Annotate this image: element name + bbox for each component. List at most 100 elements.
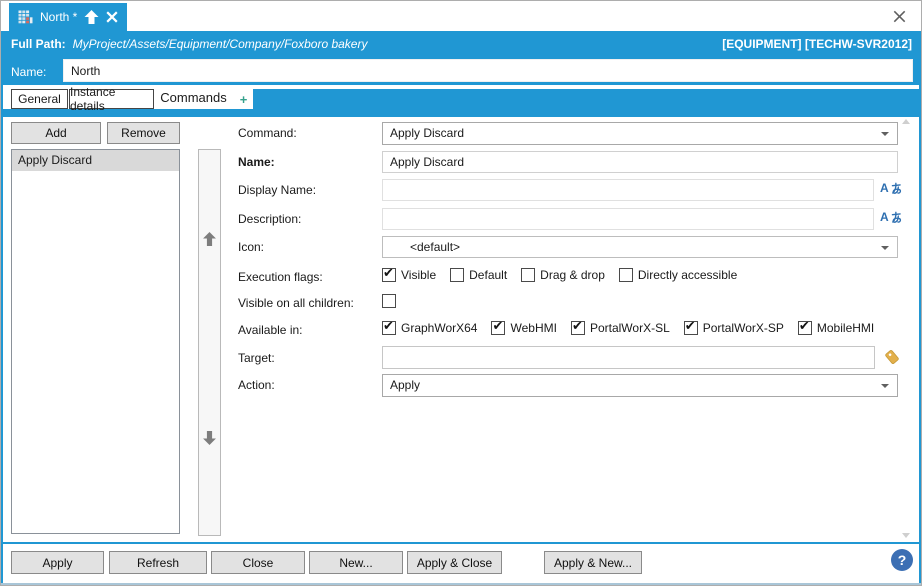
action-dropdown-value: Apply (390, 378, 420, 392)
localize-icon-kana (890, 211, 903, 224)
checkbox-box (491, 321, 505, 335)
tab-close-icon[interactable] (106, 11, 118, 23)
checkbox-label: Visible (401, 268, 436, 282)
chevron-down-icon (881, 132, 889, 136)
close-button[interactable]: Close (211, 551, 305, 574)
checkbox-label: WebHMI (510, 321, 556, 335)
footer: Apply Refresh Close New... Apply & Close… (1, 542, 921, 585)
checkbox-webhmi[interactable]: WebHMI (491, 321, 556, 335)
chevron-down-icon (881, 246, 889, 250)
name-input[interactable]: North (63, 59, 913, 82)
checkbox-box (619, 268, 633, 282)
equipment-icon (18, 10, 33, 24)
document-tab-title: North * (40, 10, 77, 24)
window-border-left (1, 31, 3, 583)
checkbox-portalworx-sl[interactable]: PortalWorX-SL (571, 321, 670, 335)
checkbox-portalworx-sp[interactable]: PortalWorX-SP (684, 321, 784, 335)
available-in-label: Available in: (238, 323, 303, 337)
checkbox-default[interactable]: Default (450, 268, 507, 282)
localize-icon-kana (890, 182, 903, 195)
checkbox-drag-drop[interactable]: Drag & drop (521, 268, 605, 282)
tab-strip-filler (252, 89, 921, 109)
display-name-label: Display Name: (238, 183, 316, 197)
checkbox-box (521, 268, 535, 282)
apply-close-button[interactable]: Apply & Close (407, 551, 502, 574)
checkbox-label: MobileHMI (817, 321, 874, 335)
header: Full Path: MyProject/Assets/Equipment/Co… (1, 31, 921, 85)
remove-button[interactable]: Remove (107, 122, 180, 144)
description-label: Description: (238, 212, 301, 226)
checkbox-visible-on-all-children[interactable] (382, 294, 396, 308)
full-path-row: Full Path: MyProject/Assets/Equipment/Co… (11, 37, 912, 51)
description-field[interactable] (382, 208, 874, 230)
help-button[interactable]: ? (891, 549, 913, 571)
checkbox-label: PortalWorX-SL (590, 321, 670, 335)
checkbox-visible[interactable]: Visible (382, 268, 436, 282)
tab-general[interactable]: General (11, 89, 68, 109)
name-label: Name: (11, 65, 46, 79)
display-name-field[interactable] (382, 179, 874, 201)
checkbox-mobilehmi[interactable]: MobileHMI (798, 321, 874, 335)
checkbox-label: Default (469, 268, 507, 282)
localize-icon[interactable]: A (880, 181, 903, 195)
localize-icon-letter: A (880, 210, 889, 224)
action-label: Action: (238, 378, 275, 392)
name-field[interactable]: Apply Discard (382, 151, 898, 173)
checkbox-label: PortalWorX-SP (703, 321, 784, 335)
icon-dropdown-value: <default> (410, 240, 460, 254)
tab-strip: General Instance details Commands + (1, 85, 921, 109)
list-item-apply-discard[interactable]: Apply Discard (12, 150, 179, 171)
apply-button[interactable]: Apply (11, 551, 104, 574)
target-field[interactable] (382, 346, 875, 369)
window-border-right (919, 31, 921, 583)
name-field-label: Name: (238, 155, 275, 169)
execution-flags-group: Visible Default Drag & drop Directly acc… (382, 268, 737, 282)
command-dropdown[interactable]: Apply Discard (382, 122, 898, 145)
command-dropdown-value: Apply Discard (390, 126, 464, 140)
window-close-button[interactable] (891, 8, 907, 24)
full-path-label: Full Path: (11, 37, 66, 51)
tab-instance-details[interactable]: Instance details (69, 89, 154, 109)
commands-panel: Add Remove Apply Discard Command: Name: … (1, 117, 921, 542)
scrollbar-down-icon[interactable] (902, 533, 910, 538)
close-icon (893, 10, 906, 23)
target-label: Target: (238, 351, 275, 365)
window-border-bottom (1, 583, 921, 585)
checkbox-directly-accessible[interactable]: Directly accessible (619, 268, 737, 282)
checkbox-box (571, 321, 585, 335)
visible-on-all-children-label: Visible on all children: (238, 296, 354, 310)
checkbox-label: Directly accessible (638, 268, 737, 282)
move-down-button[interactable] (203, 431, 216, 445)
checkbox-label: Drag & drop (540, 268, 605, 282)
action-dropdown[interactable]: Apply (382, 374, 898, 397)
visible-on-all-children-group (382, 294, 396, 308)
checkbox-graphworx64[interactable]: GraphWorX64 (382, 321, 477, 335)
tag-icon[interactable] (883, 348, 901, 366)
available-in-group: GraphWorX64 WebHMI PortalWorX-SL PortalW… (382, 321, 874, 335)
property-window: North * Full Path: MyProject/Assets/Equi… (0, 0, 922, 586)
context-info: [EQUIPMENT] [TECHW-SVR2012] (722, 37, 912, 51)
checkbox-box (382, 294, 396, 308)
add-button[interactable]: Add (11, 122, 101, 144)
apply-new-button[interactable]: Apply & New... (544, 551, 642, 574)
document-tab[interactable]: North * (9, 3, 127, 31)
promote-icon[interactable] (84, 10, 99, 24)
localize-icon[interactable]: A (880, 210, 903, 224)
tab-add[interactable]: + (234, 89, 253, 109)
titlebar: North * (1, 1, 921, 31)
scrollbar-up-icon[interactable] (902, 119, 910, 124)
tab-commands[interactable]: Commands (156, 86, 231, 109)
reorder-strip (198, 149, 221, 536)
icon-dropdown[interactable]: <default> (382, 236, 898, 258)
full-path-value: MyProject/Assets/Equipment/Company/Foxbo… (73, 37, 368, 51)
checkbox-label: GraphWorX64 (401, 321, 477, 335)
move-up-button[interactable] (203, 232, 216, 246)
icon-label: Icon: (238, 240, 264, 254)
refresh-button[interactable]: Refresh (109, 551, 207, 574)
command-label: Command: (238, 126, 297, 140)
checkbox-box (684, 321, 698, 335)
new-button[interactable]: New... (309, 551, 403, 574)
checkbox-box (382, 268, 396, 282)
chevron-down-icon (881, 384, 889, 388)
command-list[interactable]: Apply Discard (11, 149, 180, 534)
